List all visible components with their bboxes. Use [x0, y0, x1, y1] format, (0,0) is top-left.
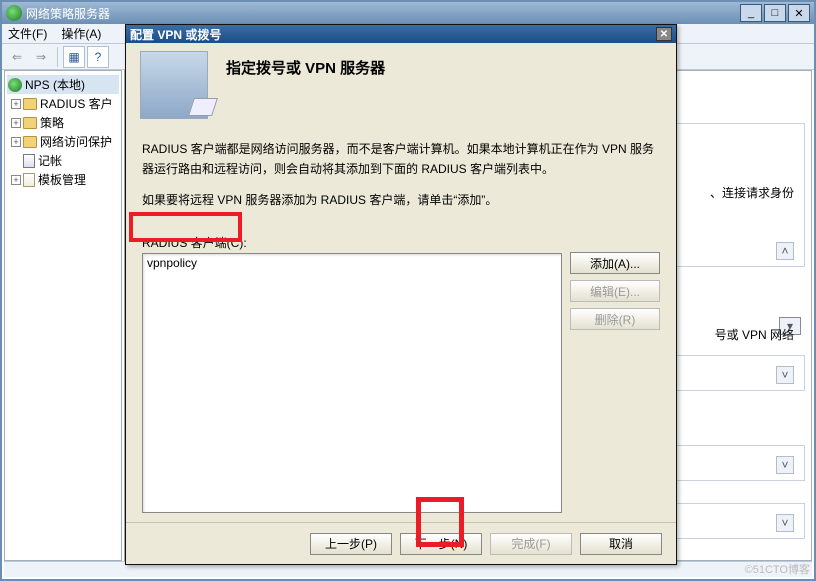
chevron-up-icon[interactable]: ˄ [776, 242, 794, 260]
chevron-down-icon[interactable]: ˅ [776, 514, 794, 532]
tree-label: 记帐 [38, 152, 62, 169]
maximize-button[interactable]: □ [764, 4, 786, 22]
panel-text: 、连接请求身份 [710, 184, 794, 201]
panel-text: 号或 VPN 网络 [715, 326, 794, 343]
menu-file[interactable]: 文件(F) [8, 25, 47, 42]
toolbar-back-icon: ⇐ [6, 46, 28, 68]
toolbar-properties-icon[interactable]: ▦ [63, 46, 85, 68]
tree-node-radius-clients[interactable]: + RADIUS 客户 [7, 94, 119, 113]
menu-action[interactable]: 操作(A) [61, 25, 101, 42]
dialog-heading: 指定拨号或 VPN 服务器 [208, 51, 662, 119]
expand-icon[interactable]: + [11, 118, 21, 128]
folder-icon [23, 136, 37, 148]
vpn-wizard-dialog: 配置 VPN 或拨号 ✕ 指定拨号或 VPN 服务器 RADIUS 客户端都是网… [125, 24, 677, 565]
dialog-close-button[interactable]: ✕ [656, 27, 672, 41]
chevron-down-icon[interactable]: ˅ [776, 366, 794, 384]
tree-root-label: NPS (本地) [25, 76, 85, 93]
mmc-titlebar: 网络策略服务器 _ □ ✕ [2, 2, 814, 24]
dialog-footer: 上一步(P) 下一步(N) 完成(F) 取消 [126, 522, 676, 564]
dialog-body-text-2: 如果要将远程 VPN 服务器添加为 RADIUS 客户端，请单击“添加”。 [142, 190, 660, 210]
tree-label: RADIUS 客户 [40, 95, 113, 112]
tree-label: 模板管理 [38, 171, 86, 188]
tree-label: 策略 [40, 114, 64, 131]
dialog-body-text-1: RADIUS 客户端都是网络访问服务器，而不是客户端计算机。如果本地计算机正在作… [142, 139, 660, 180]
expand-icon[interactable]: + [11, 99, 21, 109]
mmc-tree-pane[interactable]: NPS (本地) + RADIUS 客户 + 策略 + 网络访问保护 记帐 + … [4, 70, 122, 561]
list-item[interactable]: vpnpolicy [143, 254, 561, 272]
radius-clients-label: RADIUS 客户端(C): [142, 234, 660, 251]
tree-node-accounting[interactable]: 记帐 [7, 151, 119, 170]
wizard-computer-icon [140, 51, 208, 119]
next-button[interactable]: 下一步(N) [400, 533, 482, 555]
minimize-button[interactable]: _ [740, 4, 762, 22]
mmc-window-title: 网络策略服务器 [26, 5, 738, 22]
nps-icon [8, 78, 22, 92]
cancel-button[interactable]: 取消 [580, 533, 662, 555]
tree-root-nps[interactable]: NPS (本地) [7, 75, 119, 94]
dialog-title: 配置 VPN 或拨号 [130, 26, 656, 43]
dialog-titlebar[interactable]: 配置 VPN 或拨号 ✕ [126, 25, 676, 43]
radius-client-listbox[interactable]: vpnpolicy [142, 253, 562, 513]
tree-label: 网络访问保护 [40, 133, 112, 150]
toolbar-help-icon[interactable]: ? [87, 46, 109, 68]
expand-icon[interactable]: + [11, 137, 21, 147]
folder-icon [23, 98, 37, 110]
chevron-down-icon[interactable]: ˅ [776, 456, 794, 474]
tree-node-policies[interactable]: + 策略 [7, 113, 119, 132]
tree-node-network-access[interactable]: + 网络访问保护 [7, 132, 119, 151]
toolbar-forward-icon: ⇒ [30, 46, 52, 68]
close-button[interactable]: ✕ [788, 4, 810, 22]
notebook-icon [23, 154, 35, 168]
template-icon [23, 173, 35, 187]
watermark: ©51CTO博客 [745, 561, 810, 577]
back-button[interactable]: 上一步(P) [310, 533, 392, 555]
folder-icon [23, 117, 37, 129]
add-button[interactable]: 添加(A)... [570, 252, 660, 274]
tree-node-templates[interactable]: + 模板管理 [7, 170, 119, 189]
nps-app-icon [6, 5, 22, 21]
expand-icon[interactable]: + [11, 175, 21, 185]
edit-button: 编辑(E)... [570, 280, 660, 302]
remove-button: 删除(R) [570, 308, 660, 330]
finish-button: 完成(F) [490, 533, 572, 555]
